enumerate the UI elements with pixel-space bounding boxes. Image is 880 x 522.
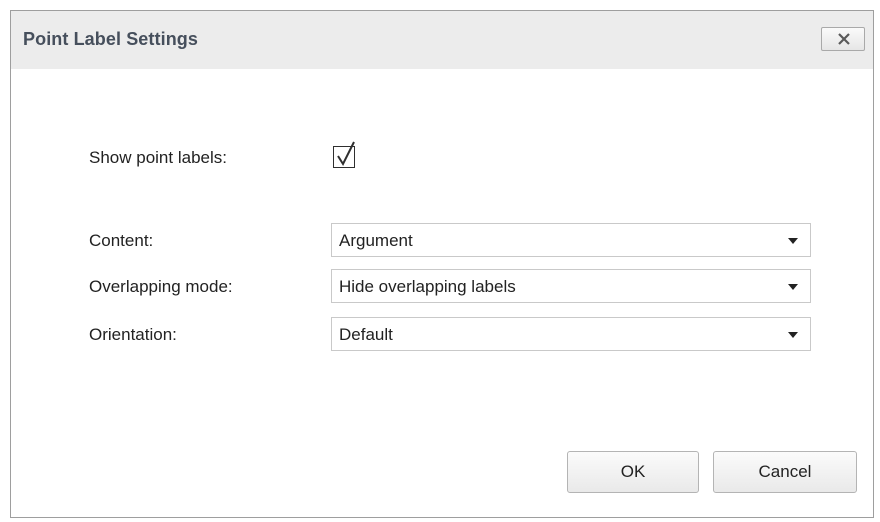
show-point-labels-label: Show point labels:: [89, 148, 227, 167]
dialog-titlebar: Point Label Settings: [11, 11, 873, 69]
ok-button[interactable]: OK: [567, 451, 699, 493]
show-point-labels-checkbox[interactable]: [333, 141, 355, 168]
checkmark-icon: [337, 141, 355, 167]
close-button[interactable]: [821, 27, 865, 51]
chevron-down-icon[interactable]: [788, 332, 798, 338]
overlapping-mode-label: Overlapping mode:: [89, 277, 233, 296]
chevron-down-icon[interactable]: [788, 238, 798, 244]
content-select-value: Argument: [339, 231, 413, 250]
overlapping-mode-select-value: Hide overlapping labels: [339, 277, 516, 296]
orientation-label: Orientation:: [89, 325, 177, 344]
orientation-select[interactable]: Default: [331, 317, 811, 351]
content-label: Content:: [89, 231, 154, 250]
chevron-down-icon[interactable]: [788, 284, 798, 290]
point-label-settings-dialog: Point Label Settings Show point labels: …: [10, 10, 874, 518]
cancel-button[interactable]: Cancel: [713, 451, 857, 493]
close-icon: [838, 33, 850, 45]
orientation-select-value: Default: [339, 325, 393, 344]
dialog-title: Point Label Settings: [23, 29, 199, 49]
content-select[interactable]: Argument: [331, 223, 811, 257]
overlapping-mode-select[interactable]: Hide overlapping labels: [331, 269, 811, 303]
